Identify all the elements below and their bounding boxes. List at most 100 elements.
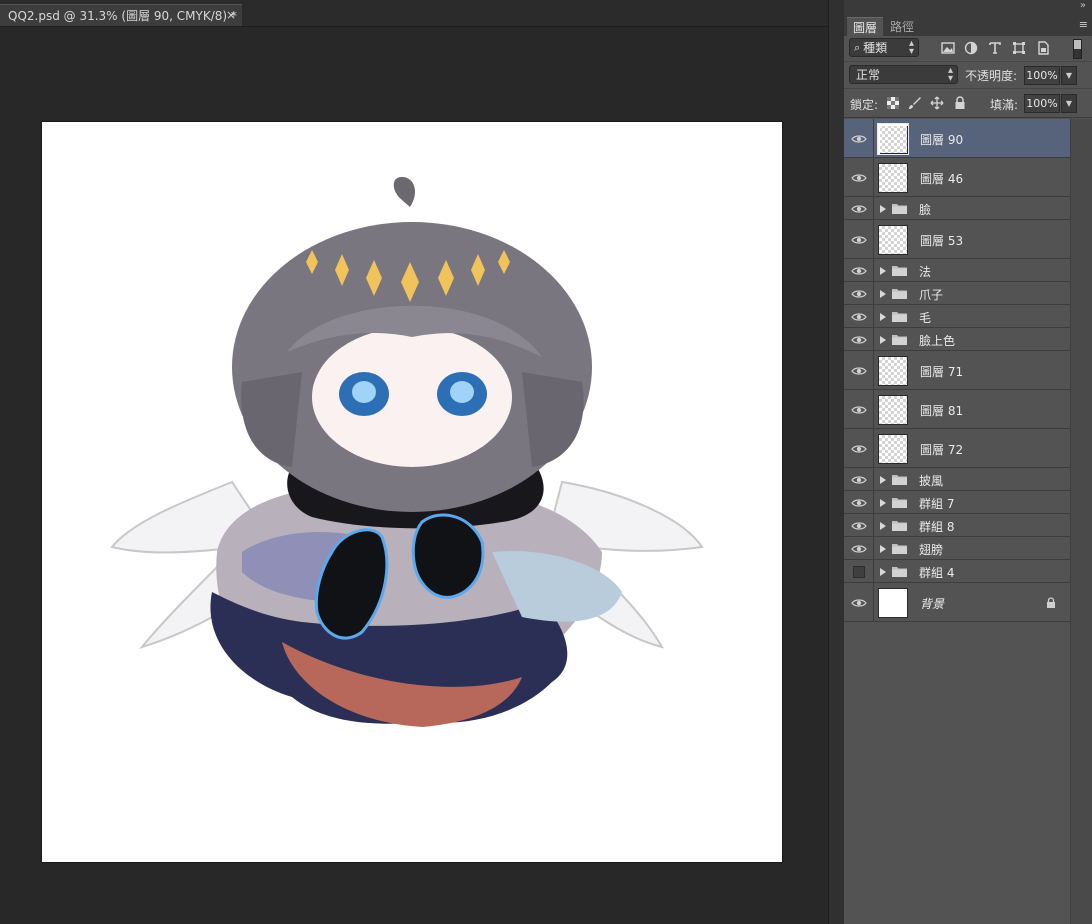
filter-toggle-switch[interactable] <box>1073 39 1082 59</box>
expand-group-triangle-icon[interactable] <box>880 568 886 576</box>
document-tab[interactable]: QQ2.psd @ 31.3% (圖層 90, CMYK/8) * × <box>0 4 242 26</box>
visibility-toggle[interactable] <box>844 560 874 582</box>
visibility-toggle[interactable] <box>844 119 874 157</box>
panel-top-bar: » <box>844 0 1092 16</box>
visibility-toggle[interactable] <box>844 514 874 536</box>
expand-group-triangle-icon[interactable] <box>880 499 886 507</box>
visibility-toggle[interactable] <box>844 259 874 281</box>
layer-row[interactable]: 翅膀 <box>844 537 1070 560</box>
layer-row[interactable]: 群組 7 <box>844 491 1070 514</box>
image-filter-icon[interactable] <box>940 40 956 56</box>
opacity-dropdown-icon[interactable]: ▼ <box>1061 66 1077 85</box>
layer-lock-icon <box>1047 597 1055 608</box>
blend-mode-value: 正常 <box>856 68 881 82</box>
head-illustration <box>232 177 592 512</box>
layer-name: 臉上色 <box>919 334 956 348</box>
blend-mode-select[interactable]: 正常 ▴ ▾ <box>849 65 958 84</box>
layer-name: 群組 4 <box>919 566 955 580</box>
visibility-toggle[interactable] <box>844 491 874 513</box>
visibility-toggle[interactable] <box>844 220 874 258</box>
layer-row[interactable]: 臉 <box>844 197 1070 220</box>
layer-row[interactable]: 圖層 53 <box>844 220 1070 259</box>
expand-group-triangle-icon[interactable] <box>880 290 886 298</box>
select-arrows-icon: ▴ ▾ <box>947 65 953 84</box>
layer-list-scrollbar[interactable] <box>1070 119 1092 924</box>
close-tab-icon[interactable]: × <box>226 8 236 22</box>
document-canvas[interactable] <box>42 122 782 862</box>
layer-row[interactable]: 圖層 46 <box>844 158 1070 197</box>
fill-dropdown-icon[interactable]: ▼ <box>1061 94 1077 113</box>
eye-icon <box>851 599 867 607</box>
layer-thumbnail[interactable] <box>878 356 908 386</box>
visibility-toggle[interactable] <box>844 351 874 389</box>
layer-row[interactable]: 圖層 90 <box>844 119 1070 158</box>
tab-layers[interactable]: 圖層 <box>847 17 883 36</box>
layer-row[interactable]: 爪子 <box>844 282 1070 305</box>
layer-row[interactable]: 披風 <box>844 468 1070 491</box>
expand-group-triangle-icon[interactable] <box>880 205 886 213</box>
lock-position-move-icon[interactable] <box>930 96 944 110</box>
eye-icon <box>851 313 867 321</box>
expand-group-triangle-icon[interactable] <box>880 522 886 530</box>
opacity-label: 不透明度: <box>965 69 1018 83</box>
folder-icon <box>892 521 907 531</box>
expand-group-triangle-icon[interactable] <box>880 476 886 484</box>
visibility-toggle[interactable] <box>844 583 874 621</box>
visibility-toggle[interactable] <box>844 282 874 304</box>
layer-row[interactable]: 臉上色 <box>844 328 1070 351</box>
visibility-toggle[interactable] <box>844 197 874 219</box>
layer-name: 背景 <box>920 597 945 611</box>
fill-field[interactable]: 100% <box>1024 94 1060 113</box>
eye-icon <box>851 336 867 344</box>
lock-pixels-brush-icon[interactable] <box>908 96 922 110</box>
eye-icon <box>851 522 867 530</box>
layer-thumbnail[interactable] <box>878 395 908 425</box>
blend-row: 正常 ▴ ▾ 不透明度: 100% ▼ <box>844 62 1092 89</box>
lock-transparency-icon[interactable] <box>886 96 900 110</box>
visibility-toggle[interactable] <box>844 390 874 428</box>
workspace-scrollbar[interactable] <box>828 0 845 924</box>
expand-group-triangle-icon[interactable] <box>880 336 886 344</box>
filter-kind-select[interactable]: ⌕ 種類 ▴ ▾ <box>849 38 919 57</box>
layer-list: 圖層 90 圖層 46 臉圖層 53 法爪子毛臉上色圖層 71 圖層 81 圖層 72 披風… <box>844 119 1070 622</box>
eye-icon <box>851 367 867 375</box>
collapse-panel-icon[interactable]: » <box>1080 0 1086 11</box>
layer-thumbnail[interactable] <box>878 434 908 464</box>
selected-thumbnail-border <box>877 123 909 155</box>
layer-thumbnail[interactable] <box>878 163 908 193</box>
visibility-toggle[interactable] <box>844 429 874 467</box>
panel-menu-icon[interactable]: ≡ <box>1079 18 1088 31</box>
layer-row[interactable]: 背景 <box>844 583 1070 622</box>
folder-icon <box>892 544 907 554</box>
expand-group-triangle-icon[interactable] <box>880 267 886 275</box>
tab-paths[interactable]: 路徑 <box>884 17 920 36</box>
opacity-field[interactable]: 100% <box>1024 66 1060 85</box>
layer-name: 群組 7 <box>919 497 955 511</box>
lock-all-icon[interactable] <box>953 96 967 110</box>
layer-row[interactable]: 圖層 72 <box>844 429 1070 468</box>
visibility-toggle[interactable] <box>844 158 874 196</box>
visibility-toggle[interactable] <box>844 468 874 490</box>
layer-name: 圖層 46 <box>920 172 964 186</box>
expand-group-triangle-icon[interactable] <box>880 313 886 321</box>
layer-thumbnail[interactable] <box>878 588 908 618</box>
eye-icon <box>851 499 867 507</box>
visibility-toggle[interactable] <box>844 328 874 350</box>
layer-row[interactable]: 毛 <box>844 305 1070 328</box>
visibility-toggle[interactable] <box>844 305 874 327</box>
layer-row[interactable]: 法 <box>844 259 1070 282</box>
shape-filter-icon[interactable] <box>1011 40 1027 56</box>
layer-row[interactable]: 圖層 81 <box>844 390 1070 429</box>
layer-thumbnail[interactable] <box>878 225 908 255</box>
visibility-toggle[interactable] <box>844 537 874 559</box>
layer-row[interactable]: 群組 4 <box>844 560 1070 583</box>
type-filter-icon[interactable] <box>987 40 1003 56</box>
expand-group-triangle-icon[interactable] <box>880 545 886 553</box>
layer-name: 圖層 81 <box>920 404 964 418</box>
adjustment-filter-icon[interactable] <box>963 40 979 56</box>
eye-icon <box>851 205 867 213</box>
layer-name: 披風 <box>919 474 944 488</box>
smart-object-filter-icon[interactable] <box>1035 40 1051 56</box>
layer-row[interactable]: 圖層 71 <box>844 351 1070 390</box>
layer-row[interactable]: 群組 8 <box>844 514 1070 537</box>
